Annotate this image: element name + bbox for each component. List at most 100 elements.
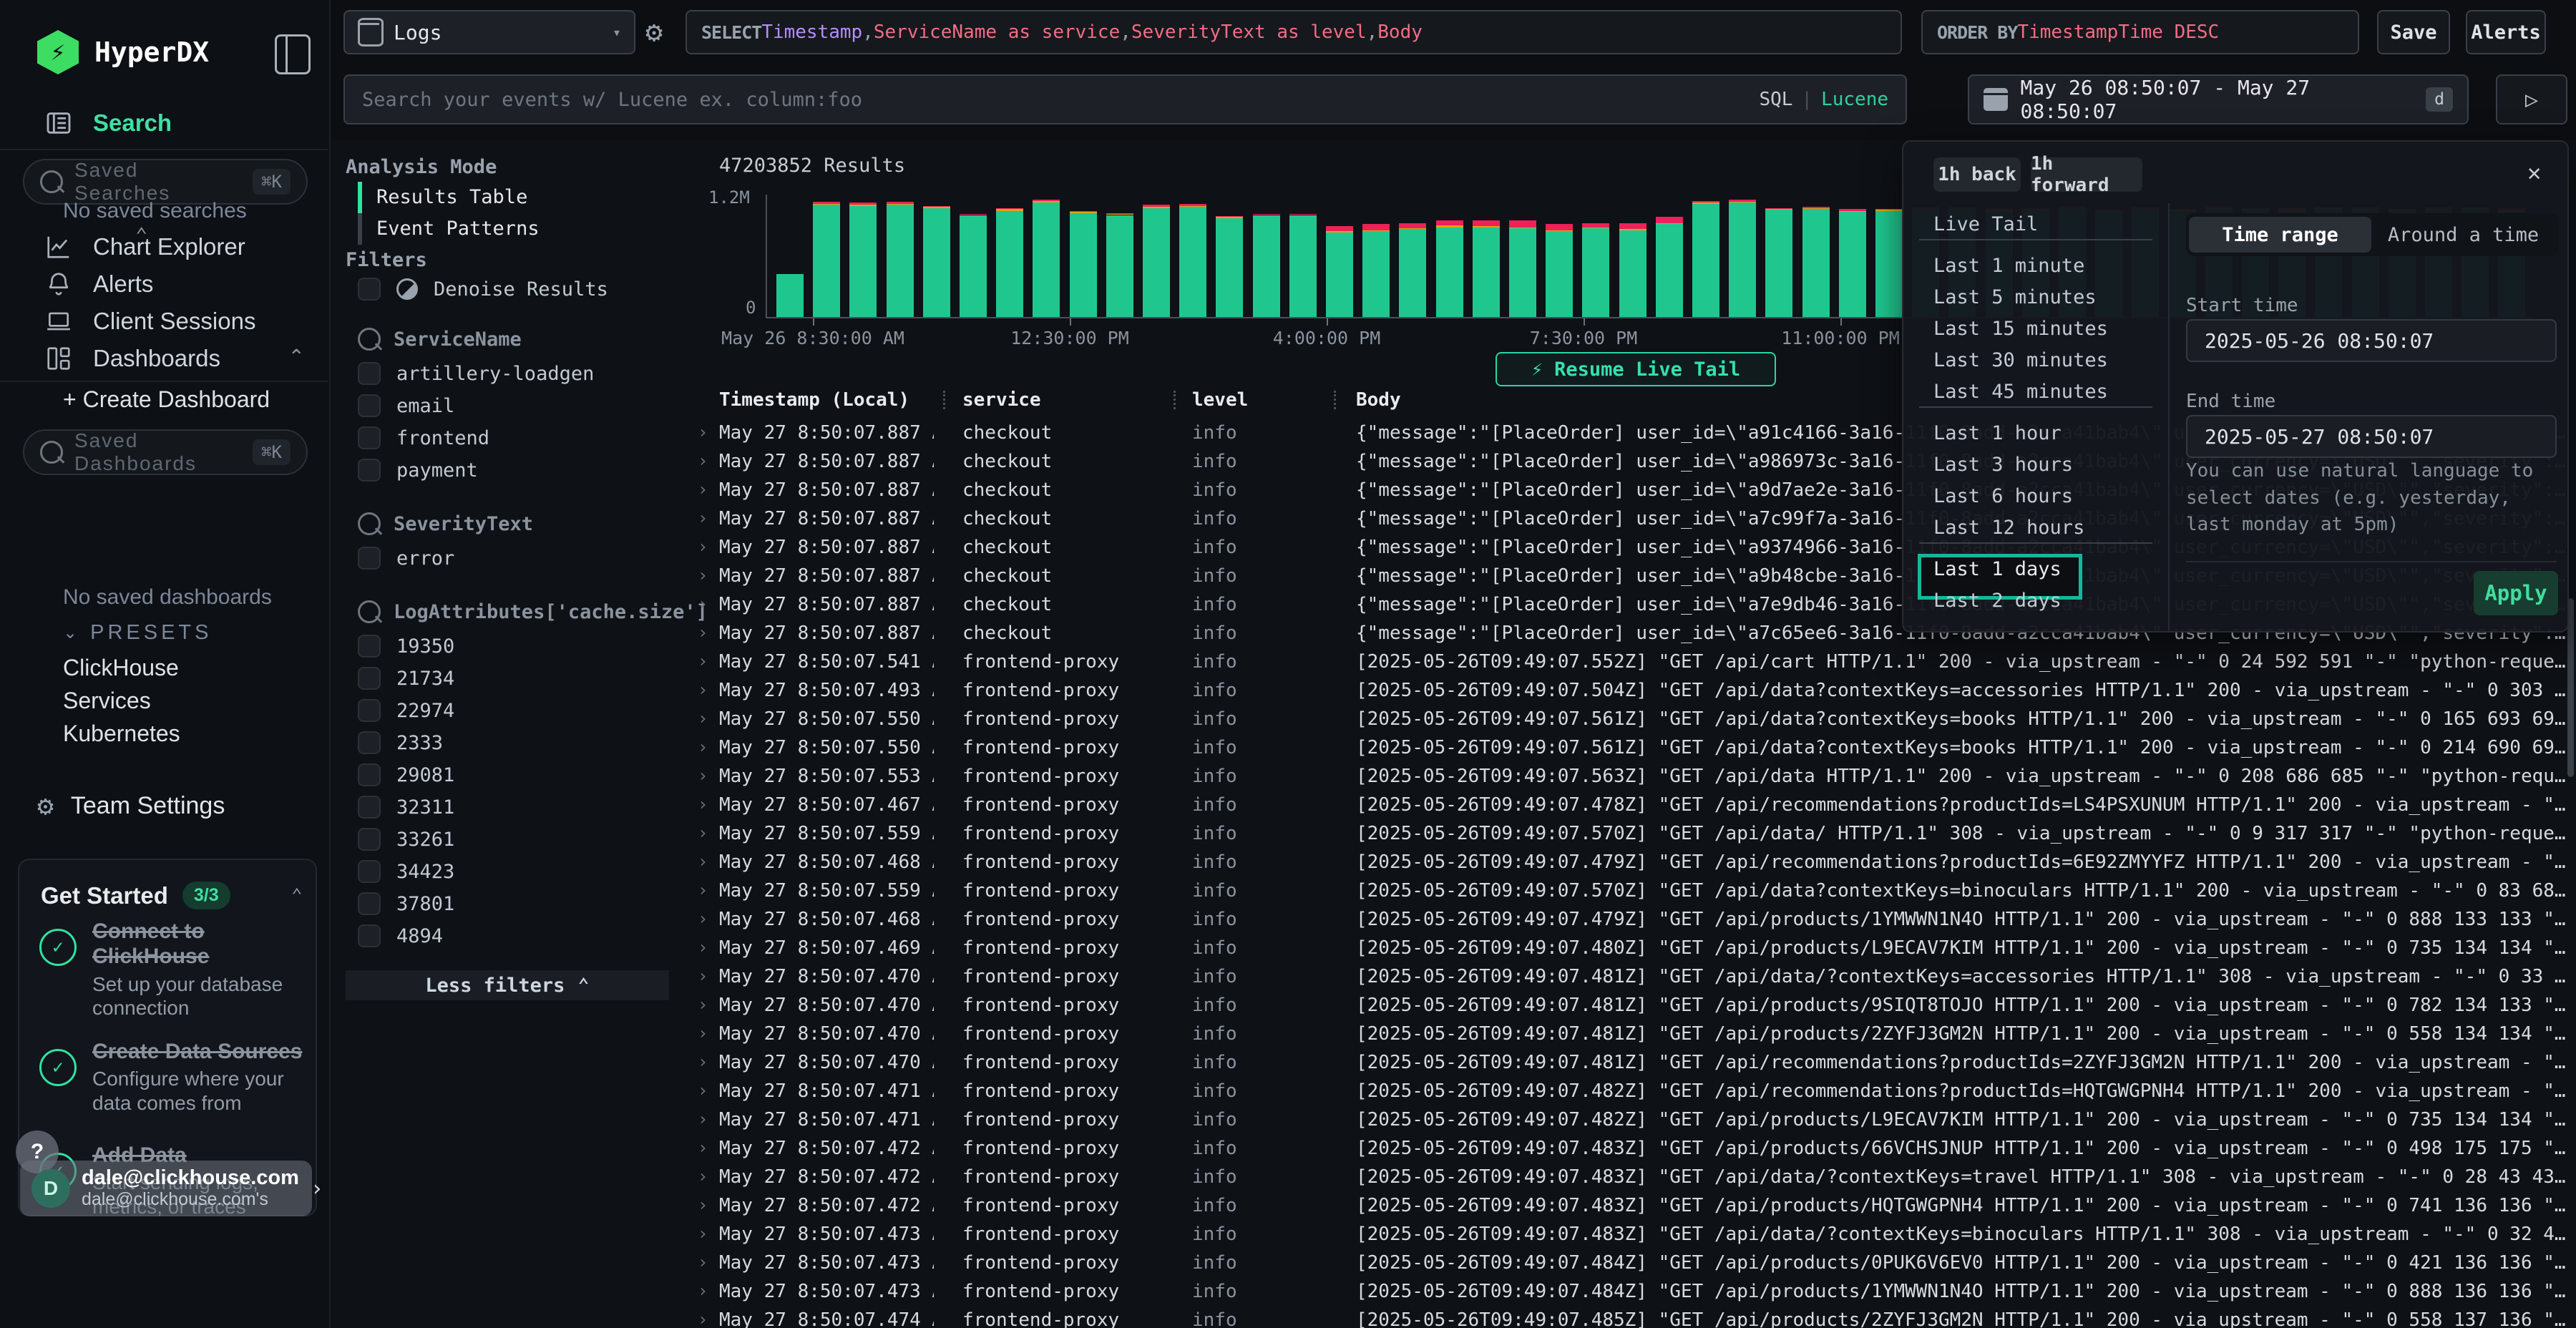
- team-settings-item[interactable]: ⚙ Team Settings: [37, 790, 225, 821]
- less-filters-button[interactable]: Less filters ⌃: [346, 970, 669, 1000]
- filter-checkbox[interactable]: [358, 763, 381, 786]
- dashboards-chevron-up-icon[interactable]: ⌃: [288, 345, 305, 368]
- presets-toggle[interactable]: ⌄ PRESETS: [63, 621, 212, 645]
- filter-checkbox[interactable]: [358, 426, 381, 449]
- row-expand-icon[interactable]: ›: [698, 823, 708, 843]
- row-expand-icon[interactable]: ›: [698, 1080, 708, 1100]
- filter-value-row[interactable]: payment: [358, 459, 478, 482]
- quick-range-last-5-minutes[interactable]: Last 5 minutes: [1933, 286, 2097, 308]
- row-expand-icon[interactable]: ›: [698, 1281, 708, 1301]
- filter-value-row[interactable]: 37801: [358, 892, 454, 915]
- filter-checkbox[interactable]: [358, 796, 381, 819]
- filter-value-row[interactable]: 2333: [358, 731, 443, 754]
- source-settings-gear-icon[interactable]: ⚙: [645, 16, 663, 49]
- get-started-item[interactable]: ✓Connect to ClickHouseSet up your databa…: [39, 919, 307, 1020]
- filter-value-row[interactable]: artillery-loadgen: [358, 362, 594, 385]
- search-icon[interactable]: [358, 512, 381, 535]
- saved-searches-input[interactable]: Saved Searches ⌘K: [23, 159, 308, 205]
- denoise-toggle[interactable]: Denoise Results: [358, 278, 608, 301]
- alerts-button[interactable]: Alerts: [2466, 10, 2546, 54]
- row-expand-icon[interactable]: ›: [698, 1052, 708, 1072]
- filter-value-row[interactable]: error: [358, 547, 454, 570]
- filter-checkbox[interactable]: [358, 699, 381, 722]
- close-icon[interactable]: ✕: [2527, 159, 2541, 186]
- table-row[interactable]: ›May 27 8:50:07.472 AMfrontend-proxyinfo…: [687, 1191, 2576, 1220]
- table-row[interactable]: ›May 27 8:50:07.473 AMfrontend-proxyinfo…: [687, 1220, 2576, 1249]
- sidebar-item-dashboards[interactable]: Dashboards: [43, 345, 220, 372]
- row-expand-icon[interactable]: ›: [698, 880, 708, 900]
- preset-kubernetes[interactable]: Kubernetes: [63, 721, 180, 747]
- table-row[interactable]: ›May 27 8:50:07.472 AMfrontend-proxyinfo…: [687, 1134, 2576, 1163]
- filter-value-row[interactable]: 29081: [358, 763, 454, 786]
- filter-value-row[interactable]: 21734: [358, 667, 454, 690]
- quick-range-live-tail[interactable]: Live Tail: [1933, 213, 2038, 235]
- table-row[interactable]: ›May 27 8:50:07.468 AMfrontend-proxyinfo…: [687, 848, 2576, 877]
- row-expand-icon[interactable]: ›: [698, 537, 708, 557]
- saved-dashboards-input[interactable]: Saved Dashboards ⌘K: [23, 429, 308, 475]
- table-row[interactable]: ›May 27 8:50:07.493 AMfrontend-proxyinfo…: [687, 676, 2576, 705]
- sidebar-item-alerts[interactable]: Alerts: [43, 270, 153, 298]
- filter-value-row[interactable]: 22974: [358, 699, 454, 722]
- row-expand-icon[interactable]: ›: [698, 909, 708, 929]
- quick-range-last-2-days[interactable]: Last 2 days: [1933, 590, 2062, 612]
- date-range-input[interactable]: May 26 08:50:07 - May 27 08:50:07 d: [1968, 74, 2469, 125]
- row-expand-icon[interactable]: ›: [698, 680, 708, 700]
- row-expand-icon[interactable]: ›: [698, 966, 708, 986]
- end-time-input[interactable]: 2025-05-27 08:50:07: [2186, 415, 2557, 458]
- filter-value-row[interactable]: 34423: [358, 860, 454, 883]
- filter-checkbox[interactable]: [358, 394, 381, 417]
- create-dashboard-button[interactable]: + Create Dashboard: [63, 386, 270, 413]
- sidebar-item-client-sessions[interactable]: Client Sessions: [43, 308, 255, 335]
- row-expand-icon[interactable]: ›: [698, 851, 708, 872]
- row-expand-icon[interactable]: ›: [698, 1166, 708, 1186]
- col-body[interactable]: Body: [1356, 389, 1401, 411]
- search-icon[interactable]: [358, 600, 381, 623]
- source-select[interactable]: Logs ▾: [343, 10, 635, 54]
- row-expand-icon[interactable]: ›: [698, 1195, 708, 1215]
- row-expand-icon[interactable]: ›: [698, 451, 708, 471]
- resume-live-tail-button[interactable]: ⚡ Resume Live Tail: [1496, 352, 1776, 386]
- quick-range-last-1-hour[interactable]: Last 1 hour: [1933, 422, 2062, 444]
- row-expand-icon[interactable]: ›: [698, 995, 708, 1015]
- table-row[interactable]: ›May 27 8:50:07.550 AMfrontend-proxyinfo…: [687, 705, 2576, 733]
- row-expand-icon[interactable]: ›: [698, 651, 708, 671]
- table-row[interactable]: ›May 27 8:50:07.473 AMfrontend-proxyinfo…: [687, 1249, 2576, 1277]
- row-expand-icon[interactable]: ›: [698, 508, 708, 528]
- row-expand-icon[interactable]: ›: [698, 622, 708, 643]
- column-resize-handle[interactable]: [1174, 391, 1176, 409]
- quick-range-last-30-minutes[interactable]: Last 30 minutes: [1933, 349, 2108, 371]
- start-time-input[interactable]: 2025-05-26 08:50:07: [2186, 319, 2557, 362]
- one-hour-forward-button[interactable]: 1h forward: [2031, 157, 2142, 192]
- order-by-input[interactable]: ORDER BY TimestampTime DESC: [1921, 10, 2359, 54]
- table-row[interactable]: ›May 27 8:50:07.473 AMfrontend-proxyinfo…: [687, 1277, 2576, 1306]
- row-expand-icon[interactable]: ›: [698, 565, 708, 585]
- analysis-mode-results-table[interactable]: Results Table: [358, 186, 527, 208]
- filter-checkbox[interactable]: [358, 731, 381, 754]
- table-row[interactable]: ›May 27 8:50:07.559 AMfrontend-proxyinfo…: [687, 819, 2576, 848]
- filter-value-row[interactable]: frontend: [358, 426, 489, 449]
- get-started-item[interactable]: ✓Create Data SourcesConfigure where your…: [39, 1039, 307, 1115]
- row-expand-icon[interactable]: ›: [698, 479, 708, 499]
- quick-range-last-45-minutes[interactable]: Last 45 minutes: [1933, 381, 2108, 403]
- row-expand-icon[interactable]: ›: [698, 937, 708, 957]
- preset-services[interactable]: Services: [63, 688, 151, 714]
- table-row[interactable]: ›May 27 8:50:07.467 AMfrontend-proxyinfo…: [687, 791, 2576, 819]
- quick-range-last-15-minutes[interactable]: Last 15 minutes: [1933, 318, 2108, 340]
- row-expand-icon[interactable]: ›: [698, 594, 708, 614]
- preset-clickhouse[interactable]: ClickHouse: [63, 655, 179, 681]
- col-service[interactable]: service: [962, 389, 1041, 411]
- get-started-header[interactable]: Get Started 3/3 ⌃: [41, 882, 230, 909]
- table-row[interactable]: ›May 27 8:50:07.471 AMfrontend-proxyinfo…: [687, 1105, 2576, 1134]
- row-expand-icon[interactable]: ›: [698, 1224, 708, 1244]
- row-expand-icon[interactable]: ›: [698, 766, 708, 786]
- col-timestamp[interactable]: Timestamp (Local): [719, 389, 909, 411]
- user-menu[interactable]: D dale@clickhouse.com dale@clickhouse.co…: [20, 1161, 312, 1216]
- denoise-checkbox[interactable]: [358, 278, 381, 301]
- quick-range-last-1-minute[interactable]: Last 1 minute: [1933, 255, 2084, 277]
- column-resize-handle[interactable]: [1334, 391, 1336, 409]
- filter-value-row[interactable]: 4894: [358, 924, 443, 947]
- filter-checkbox[interactable]: [358, 828, 381, 851]
- mode-lucene[interactable]: Lucene: [1821, 89, 1888, 110]
- save-button[interactable]: Save: [2377, 10, 2450, 54]
- filter-checkbox[interactable]: [358, 667, 381, 690]
